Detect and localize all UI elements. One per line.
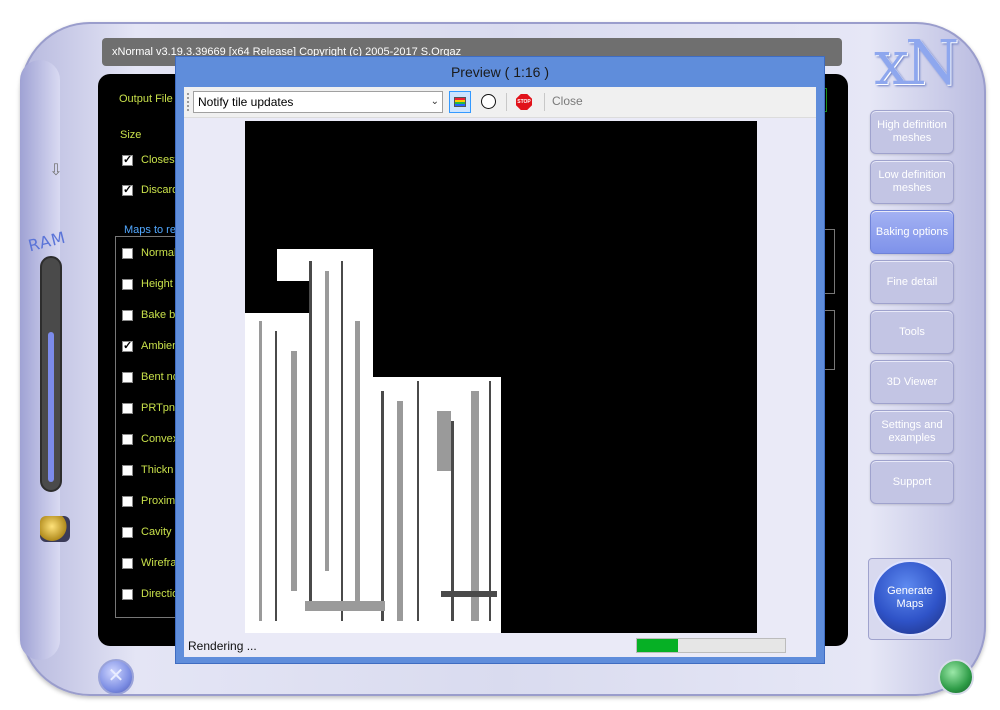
option-checkbox-discard[interactable]: [122, 183, 133, 196]
toolbar-grip-icon[interactable]: [187, 93, 192, 111]
map-checkbox[interactable]: [122, 310, 133, 321]
map-checkbox[interactable]: [122, 372, 133, 383]
preview-dialog: Preview ( 1:16 ) Notify tile updates ⌄ S…: [175, 56, 825, 664]
color-channels-button[interactable]: [449, 91, 471, 113]
texture-streak: [309, 261, 312, 611]
map-label: Normal: [141, 247, 177, 259]
map-checkbox[interactable]: [122, 496, 133, 507]
map-label: Directio: [141, 588, 179, 600]
map-label: Ambien: [141, 340, 179, 352]
color-channels-icon: [454, 97, 466, 107]
map-checkbox[interactable]: [122, 527, 133, 538]
map-checkbox[interactable]: [122, 434, 133, 445]
stop-button[interactable]: STOP: [514, 91, 536, 113]
texture-streak: [417, 381, 419, 621]
map-checkbox[interactable]: [122, 339, 133, 352]
side-box-1: [824, 229, 835, 294]
down-arrow-icon[interactable]: ⇩: [48, 160, 64, 182]
side-box-2: [824, 310, 835, 370]
nav-high-definition-meshes[interactable]: High definition meshes: [870, 110, 954, 154]
circle-icon: [481, 94, 496, 109]
status-orb-icon[interactable]: [938, 659, 974, 695]
nav-3d-viewer[interactable]: 3D Viewer: [870, 360, 954, 404]
close-button[interactable]: Close: [552, 94, 583, 108]
nav-settings-and-examples[interactable]: Settings and examples: [870, 410, 954, 454]
render-progress-fill: [637, 639, 679, 652]
map-checkbox[interactable]: [122, 403, 133, 414]
output-file-label: Output File: [119, 93, 173, 105]
preview-dialog-body: Notify tile updates ⌄ STOP Close Renderi…: [184, 87, 816, 657]
texture-streak: [355, 321, 360, 611]
texture-streak: [437, 411, 451, 471]
tile-notify-select-value: Notify tile updates: [198, 95, 294, 109]
texture-streak: [325, 271, 329, 571]
ram-meter: [40, 256, 62, 492]
ram-meter-fill: [48, 332, 54, 482]
preview-dialog-title: Preview ( 1:16 ): [450, 64, 550, 80]
preview-toolbar: Notify tile updates ⌄ STOP Close: [184, 87, 816, 118]
plug-icon[interactable]: [40, 516, 70, 542]
texture-streak: [305, 601, 385, 611]
option-label: Discard: [141, 184, 179, 196]
map-label: Height: [141, 278, 173, 290]
nav-baking-options[interactable]: Baking options: [870, 210, 954, 254]
map-label: Wirefra: [141, 557, 177, 569]
unrendered-region: [245, 281, 309, 313]
map-label: Bent no: [141, 371, 179, 383]
size-label: Size: [120, 129, 142, 141]
map-checkbox[interactable]: [122, 465, 133, 476]
nav-fine-detail[interactable]: Fine detail: [870, 260, 954, 304]
texture-streak: [489, 381, 491, 621]
map-checkbox[interactable]: [122, 248, 133, 259]
close-orb-icon[interactable]: ✕: [98, 659, 134, 695]
map-label: Bake b: [141, 309, 176, 321]
texture-streak: [471, 391, 479, 621]
preview-canvas: [245, 121, 757, 633]
map-checkbox[interactable]: [122, 558, 133, 569]
maps-group-label: Maps to re: [124, 224, 178, 236]
xn-logo: xN: [874, 26, 959, 99]
rendering-status: Rendering ...: [188, 639, 257, 653]
texture-streak: [341, 261, 343, 621]
map-checkbox[interactable]: [122, 279, 133, 290]
map-label: Convex: [141, 433, 179, 445]
preview-statusbar: Rendering ...: [184, 635, 816, 657]
texture-streak: [381, 391, 384, 621]
stop-icon: STOP: [516, 94, 532, 110]
chevron-down-icon: ⌄: [430, 96, 439, 107]
circle-toggle-button[interactable]: [478, 91, 500, 113]
texture-streak: [291, 351, 297, 591]
option-checkbox-closest[interactable]: [122, 153, 133, 166]
tile-notify-select[interactable]: Notify tile updates ⌄: [193, 91, 443, 113]
nav-support[interactable]: Support: [870, 460, 954, 504]
nav-tools[interactable]: Tools: [870, 310, 954, 354]
toolbar-separator: [544, 93, 545, 111]
map-label: PRTpn: [141, 402, 176, 414]
texture-streak: [397, 401, 403, 621]
nav-low-definition-meshes[interactable]: Low definition meshes: [870, 160, 954, 204]
texture-streak: [275, 331, 277, 621]
generate-maps-button[interactable]: Generate Maps: [872, 560, 948, 636]
render-progress-bar: [636, 638, 786, 653]
toolbar-separator: [506, 93, 507, 111]
texture-streak: [259, 321, 262, 621]
map-checkbox[interactable]: [122, 589, 133, 600]
map-label: Thickn: [141, 464, 174, 476]
